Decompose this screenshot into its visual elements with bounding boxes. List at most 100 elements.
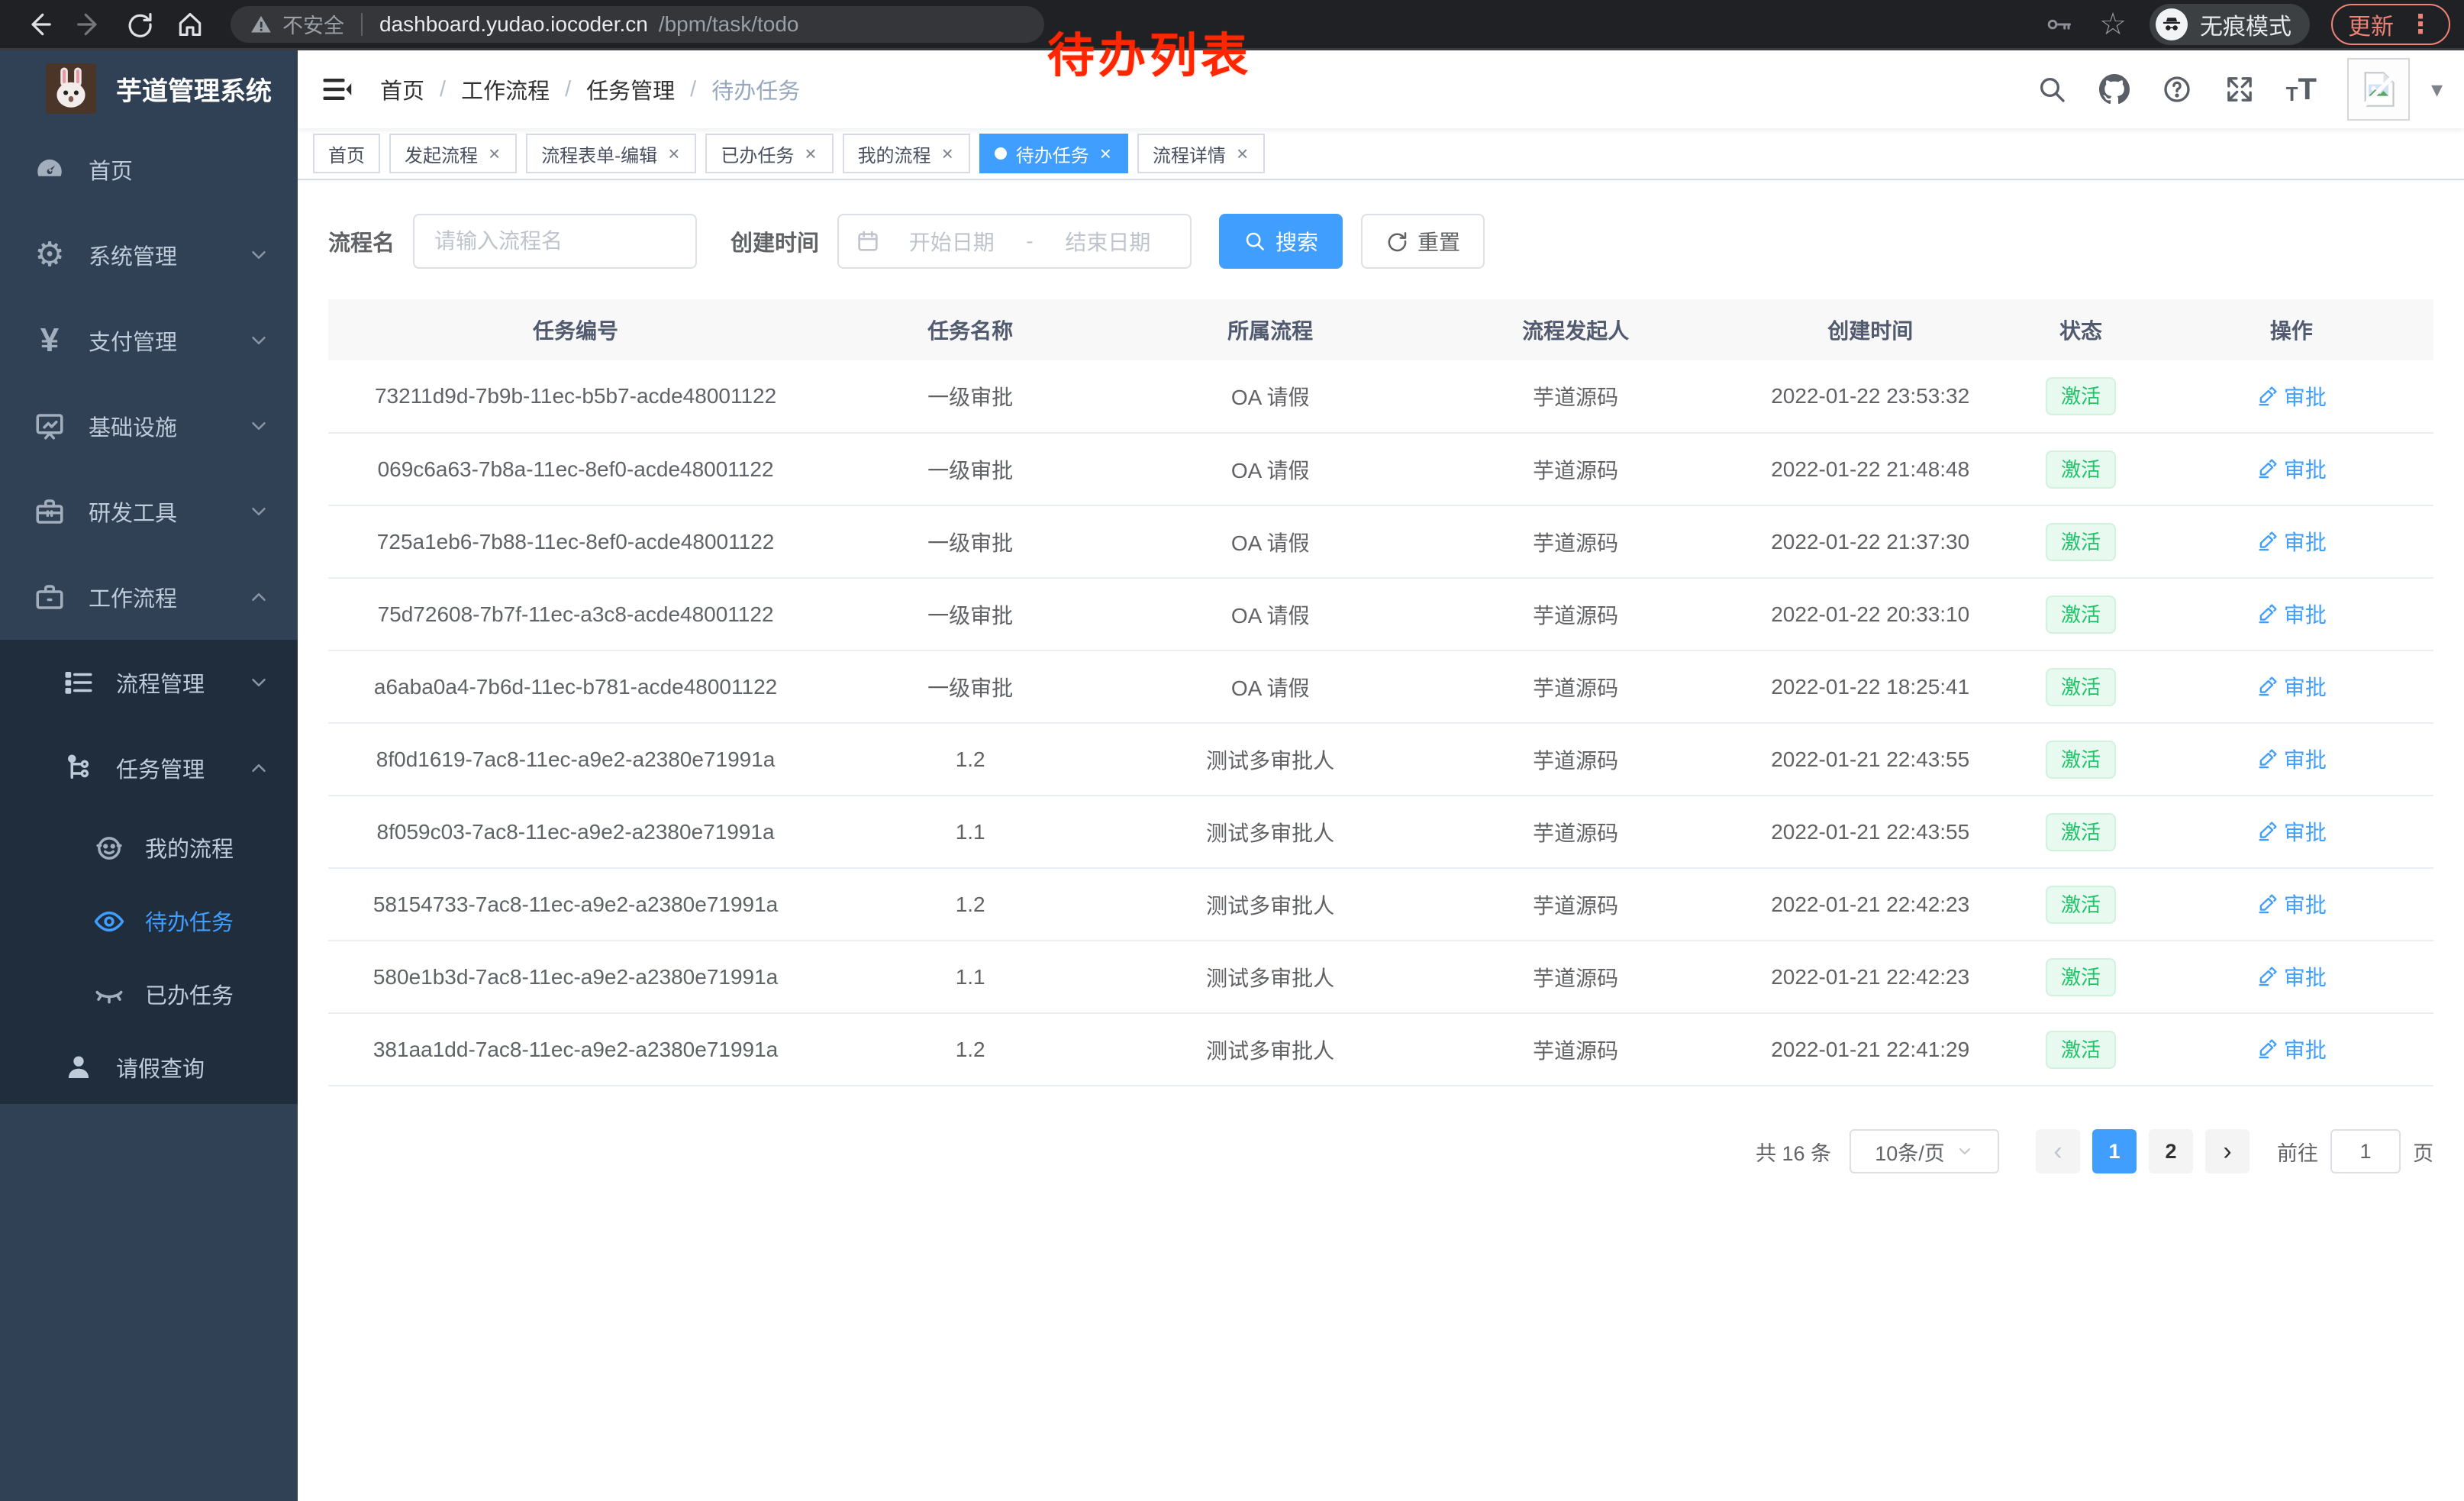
approve-link[interactable]: 审批 <box>2256 381 2327 412</box>
approve-link[interactable]: 审批 <box>2256 671 2327 702</box>
forward-icon[interactable] <box>75 10 104 39</box>
security-label: 不安全 <box>282 9 344 39</box>
bookmark-star-icon[interactable]: ☆ <box>2099 9 2127 40</box>
page-button-1[interactable]: 1 <box>2092 1129 2137 1173</box>
todo-task-table: 任务编号 任务名称 所属流程 流程发起人 创建时间 状态 操作 73211d9d… <box>328 299 2433 1086</box>
tab-done-tasks[interactable]: 已办任务× <box>705 134 833 173</box>
dashboard-icon <box>32 152 67 187</box>
sidebar-item-todo-tasks[interactable]: 待办任务 <box>0 884 298 957</box>
breadcrumb-task-mgmt[interactable]: 任务管理 <box>586 73 675 105</box>
browser-menu-icon[interactable]: ⋮ <box>2408 11 2433 37</box>
avatar[interactable] <box>2347 58 2410 121</box>
table-row: 069c6a63-7b8a-11ec-8ef0-acde48001122一级审批… <box>328 433 2433 505</box>
tab-home[interactable]: 首页 <box>313 134 380 173</box>
sidebar-item-leave-query[interactable]: 请假查询 <box>0 1031 298 1104</box>
app-title: 芋道管理系统 <box>116 70 272 108</box>
status-badge: 激活 <box>2046 741 2116 779</box>
back-icon[interactable] <box>24 10 53 39</box>
list-icon <box>63 667 95 699</box>
close-icon[interactable]: × <box>1098 144 1113 163</box>
github-icon[interactable] <box>2098 73 2130 105</box>
table-row: 73211d9d-7b9b-11ec-b5b7-acde48001122一级审批… <box>328 360 2433 433</box>
url-path: /bpm/task/todo <box>659 12 799 37</box>
breadcrumb-workflow[interactable]: 工作流程 <box>461 73 550 105</box>
tab-process-detail[interactable]: 流程详情× <box>1137 134 1265 173</box>
sidebar-item-infrastructure[interactable]: 基础设施 <box>0 383 298 469</box>
close-icon[interactable]: × <box>666 144 681 163</box>
col-created: 创建时间 <box>1728 299 2012 360</box>
caret-down-icon[interactable]: ▾ <box>2431 76 2443 103</box>
help-icon[interactable] <box>2161 73 2193 105</box>
password-key-icon[interactable] <box>2046 11 2073 38</box>
page-size-select[interactable]: 10条/页 <box>1850 1129 1999 1173</box>
tab-my-process[interactable]: 我的流程× <box>843 134 970 173</box>
page-content: 流程名 创建时间 开始日期 - 结束日期 搜索 重置 <box>298 180 2464 1501</box>
approve-link[interactable]: 审批 <box>2256 744 2327 774</box>
browser-update-button[interactable]: 更新 ⋮ <box>2331 4 2450 45</box>
close-icon[interactable]: × <box>803 144 818 163</box>
tab-start-process[interactable]: 发起流程× <box>389 134 517 173</box>
approve-link[interactable]: 审批 <box>2256 599 2327 629</box>
total-count: 共 16 条 <box>1756 1137 1831 1167</box>
tab-form-edit[interactable]: 流程表单-编辑× <box>526 134 696 173</box>
edit-pencil-icon <box>2256 603 2278 625</box>
sidebar-item-done-tasks[interactable]: 已办任务 <box>0 957 298 1031</box>
close-icon[interactable]: × <box>1235 144 1250 163</box>
close-icon[interactable]: × <box>487 144 502 163</box>
date-range-picker[interactable]: 开始日期 - 结束日期 <box>837 214 1192 269</box>
approve-link[interactable]: 审批 <box>2256 961 2327 992</box>
approve-link[interactable]: 审批 <box>2256 454 2327 484</box>
tab-todo-tasks[interactable]: 待办任务× <box>979 134 1128 173</box>
prev-page-button[interactable]: ‹ <box>2036 1129 2080 1173</box>
incognito-label: 无痕模式 <box>2200 8 2291 41</box>
reset-button[interactable]: 重置 <box>1361 214 1485 269</box>
sidebar-item-devtools[interactable]: 研发工具 <box>0 469 298 554</box>
search-button[interactable]: 搜索 <box>1219 214 1343 269</box>
font-size-icon[interactable]: TT <box>2286 76 2317 103</box>
sidebar: 芋道管理系统 首页 ⚙ 系统管理 ¥ 支付管理 基础设施 研发工具 <box>0 50 298 1501</box>
app-logo[interactable]: 芋道管理系统 <box>0 50 298 127</box>
fullscreen-icon[interactable] <box>2224 73 2256 105</box>
col-initiator: 流程发起人 <box>1423 299 1728 360</box>
table-row: 8f0d1619-7ac8-11ec-a9e2-a2380e71991a1.2测… <box>328 723 2433 796</box>
incognito-badge: 无痕模式 <box>2150 4 2310 45</box>
status-badge: 激活 <box>2046 523 2116 561</box>
eye-closed-icon <box>93 979 124 1009</box>
breadcrumb-home[interactable]: 首页 <box>380 73 424 105</box>
sidebar-item-home[interactable]: 首页 <box>0 127 298 212</box>
page-button-2[interactable]: 2 <box>2149 1129 2193 1173</box>
status-badge: 激活 <box>2046 377 2116 415</box>
reload-icon[interactable] <box>125 10 154 39</box>
sidebar-item-payment[interactable]: ¥ 支付管理 <box>0 298 298 383</box>
goto-label: 前往 <box>2277 1137 2318 1167</box>
home-icon[interactable] <box>176 10 205 39</box>
next-page-button[interactable]: › <box>2205 1129 2250 1173</box>
address-bar[interactable]: 不安全 dashboard.yudao.iocoder.cn/bpm/task/… <box>231 6 1044 43</box>
yen-icon: ¥ <box>32 323 67 358</box>
table-row: 381aa1dd-7ac8-11ec-a9e2-a2380e71991a1.2测… <box>328 1013 2433 1086</box>
search-icon[interactable] <box>2036 73 2068 105</box>
status-badge: 激活 <box>2046 813 2116 851</box>
sidebar-item-system[interactable]: ⚙ 系统管理 <box>0 212 298 298</box>
process-name-label: 流程名 <box>328 225 395 257</box>
goto-page-input[interactable] <box>2330 1129 2401 1173</box>
face-icon <box>93 832 124 863</box>
process-name-input[interactable] <box>413 214 697 269</box>
tags-view: 首页 发起流程× 流程表单-编辑× 已办任务× 我的流程× 待办任务× 流程详情… <box>298 128 2464 180</box>
pagination: 共 16 条 10条/页 ‹ 1 2 › 前往 页 <box>328 1129 2433 1173</box>
approve-link[interactable]: 审批 <box>2256 816 2327 847</box>
sidebar-collapse-icon[interactable] <box>298 73 376 105</box>
edit-pencil-icon <box>2256 748 2278 770</box>
approve-link[interactable]: 审批 <box>2256 889 2327 919</box>
sidebar-item-workflow[interactable]: 工作流程 <box>0 554 298 640</box>
approve-link[interactable]: 审批 <box>2256 526 2327 557</box>
sidebar-item-task-mgmt[interactable]: 任务管理 <box>0 725 298 811</box>
sidebar-item-my-process[interactable]: 我的流程 <box>0 811 298 884</box>
table-row: 8f059c03-7ac8-11ec-a9e2-a2380e71991a1.1测… <box>328 796 2433 868</box>
refresh-icon <box>1385 230 1408 253</box>
browser-toolbar: 不安全 dashboard.yudao.iocoder.cn/bpm/task/… <box>0 0 2464 50</box>
close-icon[interactable]: × <box>940 144 955 163</box>
filter-form: 流程名 创建时间 开始日期 - 结束日期 搜索 重置 <box>328 214 2433 269</box>
approve-link[interactable]: 审批 <box>2256 1034 2327 1064</box>
sidebar-item-process-mgmt[interactable]: 流程管理 <box>0 640 298 725</box>
